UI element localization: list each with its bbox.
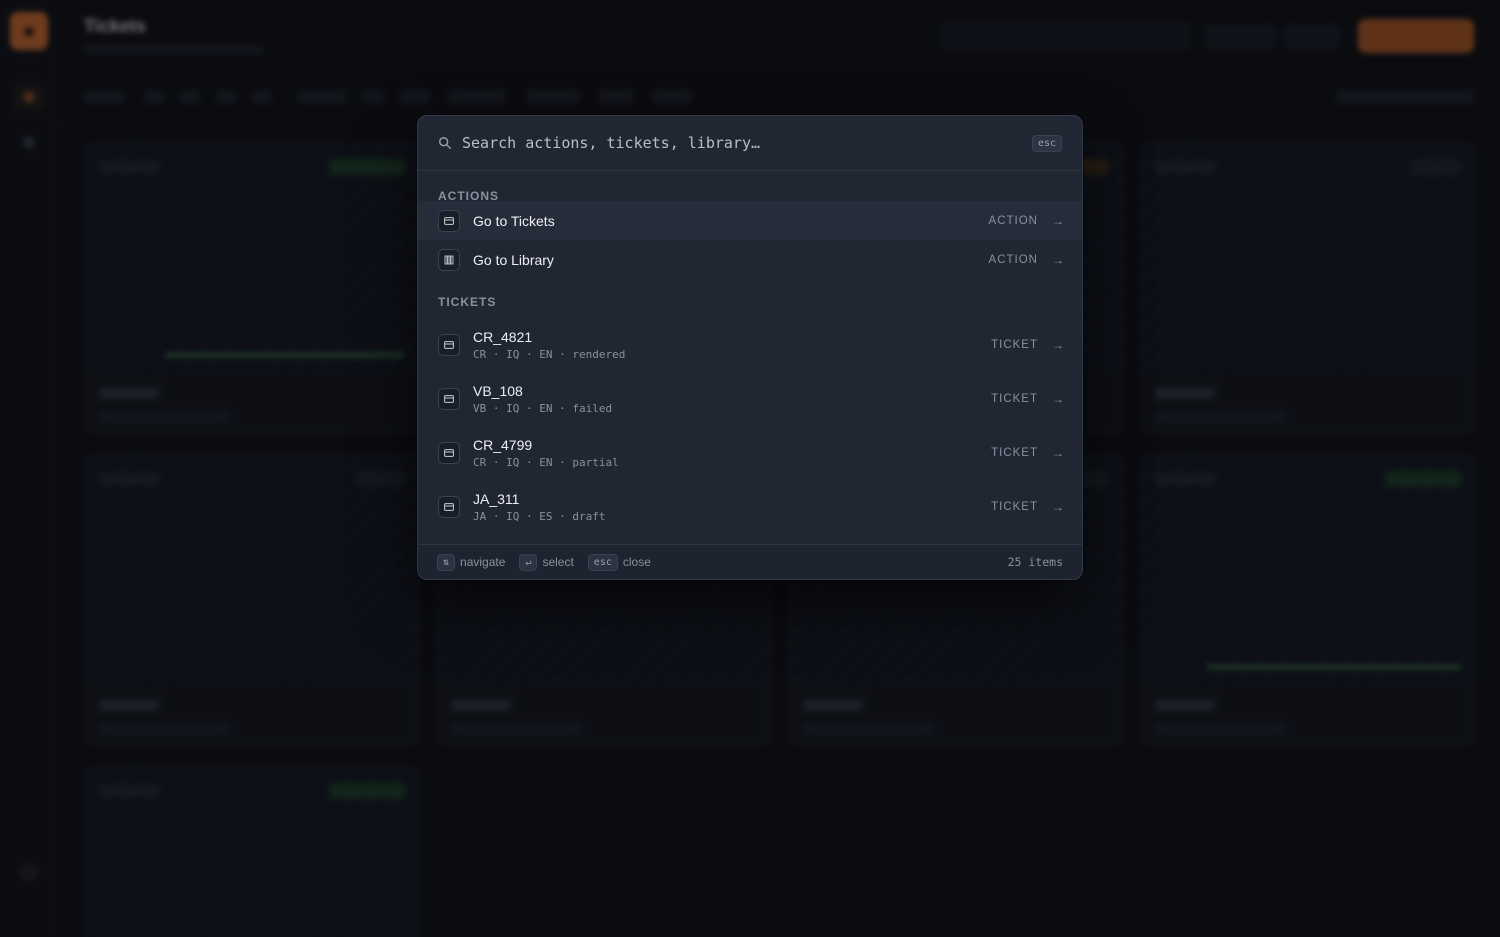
palette-search-row: esc xyxy=(418,116,1082,171)
filter-chip xyxy=(144,90,164,104)
filter-chip xyxy=(298,90,346,104)
result-ticket-cr-4799[interactable]: CR_4799 CR · IQ · EN · partial TICKET → xyxy=(418,426,1082,480)
filter-chip xyxy=(598,90,634,104)
filter-chip xyxy=(252,90,272,104)
ticket-icon xyxy=(438,334,460,356)
page-title: Tickets xyxy=(84,16,146,36)
result-meta: JA · IQ · ES · draft xyxy=(473,510,606,523)
result-ticket-ja-311[interactable]: JA_311 JA · IQ · ES · draft TICKET → xyxy=(418,480,1082,534)
ticket-icon xyxy=(438,442,460,464)
header-search xyxy=(940,22,1190,50)
filter-chip xyxy=(526,90,580,104)
result-title: Go to Tickets xyxy=(473,212,555,229)
arrow-right-icon: → xyxy=(1052,338,1064,352)
navigate-hint: ⇅ navigate xyxy=(437,553,506,571)
library-icon xyxy=(438,248,460,271)
close-hint: esc close xyxy=(587,553,651,571)
result-kind: TICKET xyxy=(991,501,1038,513)
search-icon xyxy=(439,137,451,149)
select-label: select xyxy=(542,555,574,569)
result-meta: CR · IQ · EN · rendered xyxy=(473,348,626,361)
section-label-actions: ACTIONS xyxy=(438,189,499,203)
sidebar-item-library xyxy=(24,137,34,147)
arrows-key-icon: ⇅ xyxy=(437,553,456,571)
result-go-to-library[interactable]: Go to Library ACTION → xyxy=(418,240,1082,279)
close-label: close xyxy=(622,555,651,569)
result-count: 25 items xyxy=(1007,555,1063,569)
ticket-card xyxy=(84,142,420,434)
result-kind: TICKET xyxy=(991,447,1038,459)
result-go-to-tickets[interactable]: Go to Tickets ACTION → xyxy=(418,201,1082,240)
esc-key-hint[interactable]: esc xyxy=(1031,134,1062,152)
arrow-right-icon: → xyxy=(1052,392,1064,406)
select-hint: ↵ select xyxy=(519,553,574,571)
app-logo: ◆ xyxy=(10,12,48,50)
ticket-card xyxy=(1140,454,1476,746)
section-label-tickets: TICKETS xyxy=(438,295,497,309)
ticket-card xyxy=(84,454,420,746)
filter-chip xyxy=(400,90,430,104)
palette-search-input[interactable] xyxy=(462,134,1032,152)
page-subtitle xyxy=(84,45,264,54)
navigate-label: navigate xyxy=(460,555,506,569)
filter-chip xyxy=(652,90,692,104)
enter-key-icon: ↵ xyxy=(519,553,538,571)
sidebar: ◆ xyxy=(0,0,60,937)
arrow-right-icon: → xyxy=(1052,252,1064,267)
sort-label xyxy=(1336,90,1474,104)
result-title: Go to Library xyxy=(473,251,554,268)
ticket-card xyxy=(84,766,420,937)
arrow-right-icon: → xyxy=(1052,500,1064,514)
arrow-right-icon: → xyxy=(1052,213,1064,228)
result-meta: VB · IQ · EN · failed xyxy=(473,402,613,415)
ticket-icon xyxy=(438,388,460,410)
palette-results: ACTIONS Go to Tickets ACTION → Go to Lib… xyxy=(418,171,1082,545)
result-kind: TICKET xyxy=(991,393,1038,405)
sidebar-item-tickets xyxy=(14,84,44,110)
result-meta: CR · IQ · EN · partial xyxy=(473,456,619,469)
filter-chip xyxy=(84,90,124,104)
view-toggle-list xyxy=(1284,24,1340,50)
ticket-card xyxy=(1140,142,1476,434)
filter-chip xyxy=(448,90,506,104)
result-kind: TICKET xyxy=(991,339,1038,351)
filter-chip xyxy=(216,90,236,104)
settings-icon xyxy=(22,866,36,880)
filter-chip xyxy=(362,90,384,104)
esc-key-icon: esc xyxy=(587,553,618,571)
filter-chip xyxy=(180,90,200,104)
ticket-icon xyxy=(438,496,460,518)
result-ticket-vb-108[interactable]: VB_108 VB · IQ · EN · failed TICKET → xyxy=(418,372,1082,426)
result-kind: ACTION xyxy=(988,214,1038,227)
result-ticket-cr-4821[interactable]: CR_4821 CR · IQ · EN · rendered TICKET → xyxy=(418,318,1082,372)
arrow-right-icon: → xyxy=(1052,446,1064,460)
result-title: CR_4821 xyxy=(473,329,533,345)
palette-footer: ⇅ navigate ↵ select esc close 25 items xyxy=(418,544,1082,579)
command-palette: esc ACTIONS Go to Tickets ACTION → Go to… xyxy=(417,115,1083,580)
result-title: VB_108 xyxy=(473,383,523,399)
result-title: CR_4799 xyxy=(473,437,533,453)
view-toggle-grid xyxy=(1206,24,1276,50)
ticket-icon xyxy=(438,209,460,232)
result-kind: ACTION xyxy=(988,253,1038,266)
new-ticket-button xyxy=(1358,19,1474,53)
result-title: JA_311 xyxy=(473,491,520,507)
